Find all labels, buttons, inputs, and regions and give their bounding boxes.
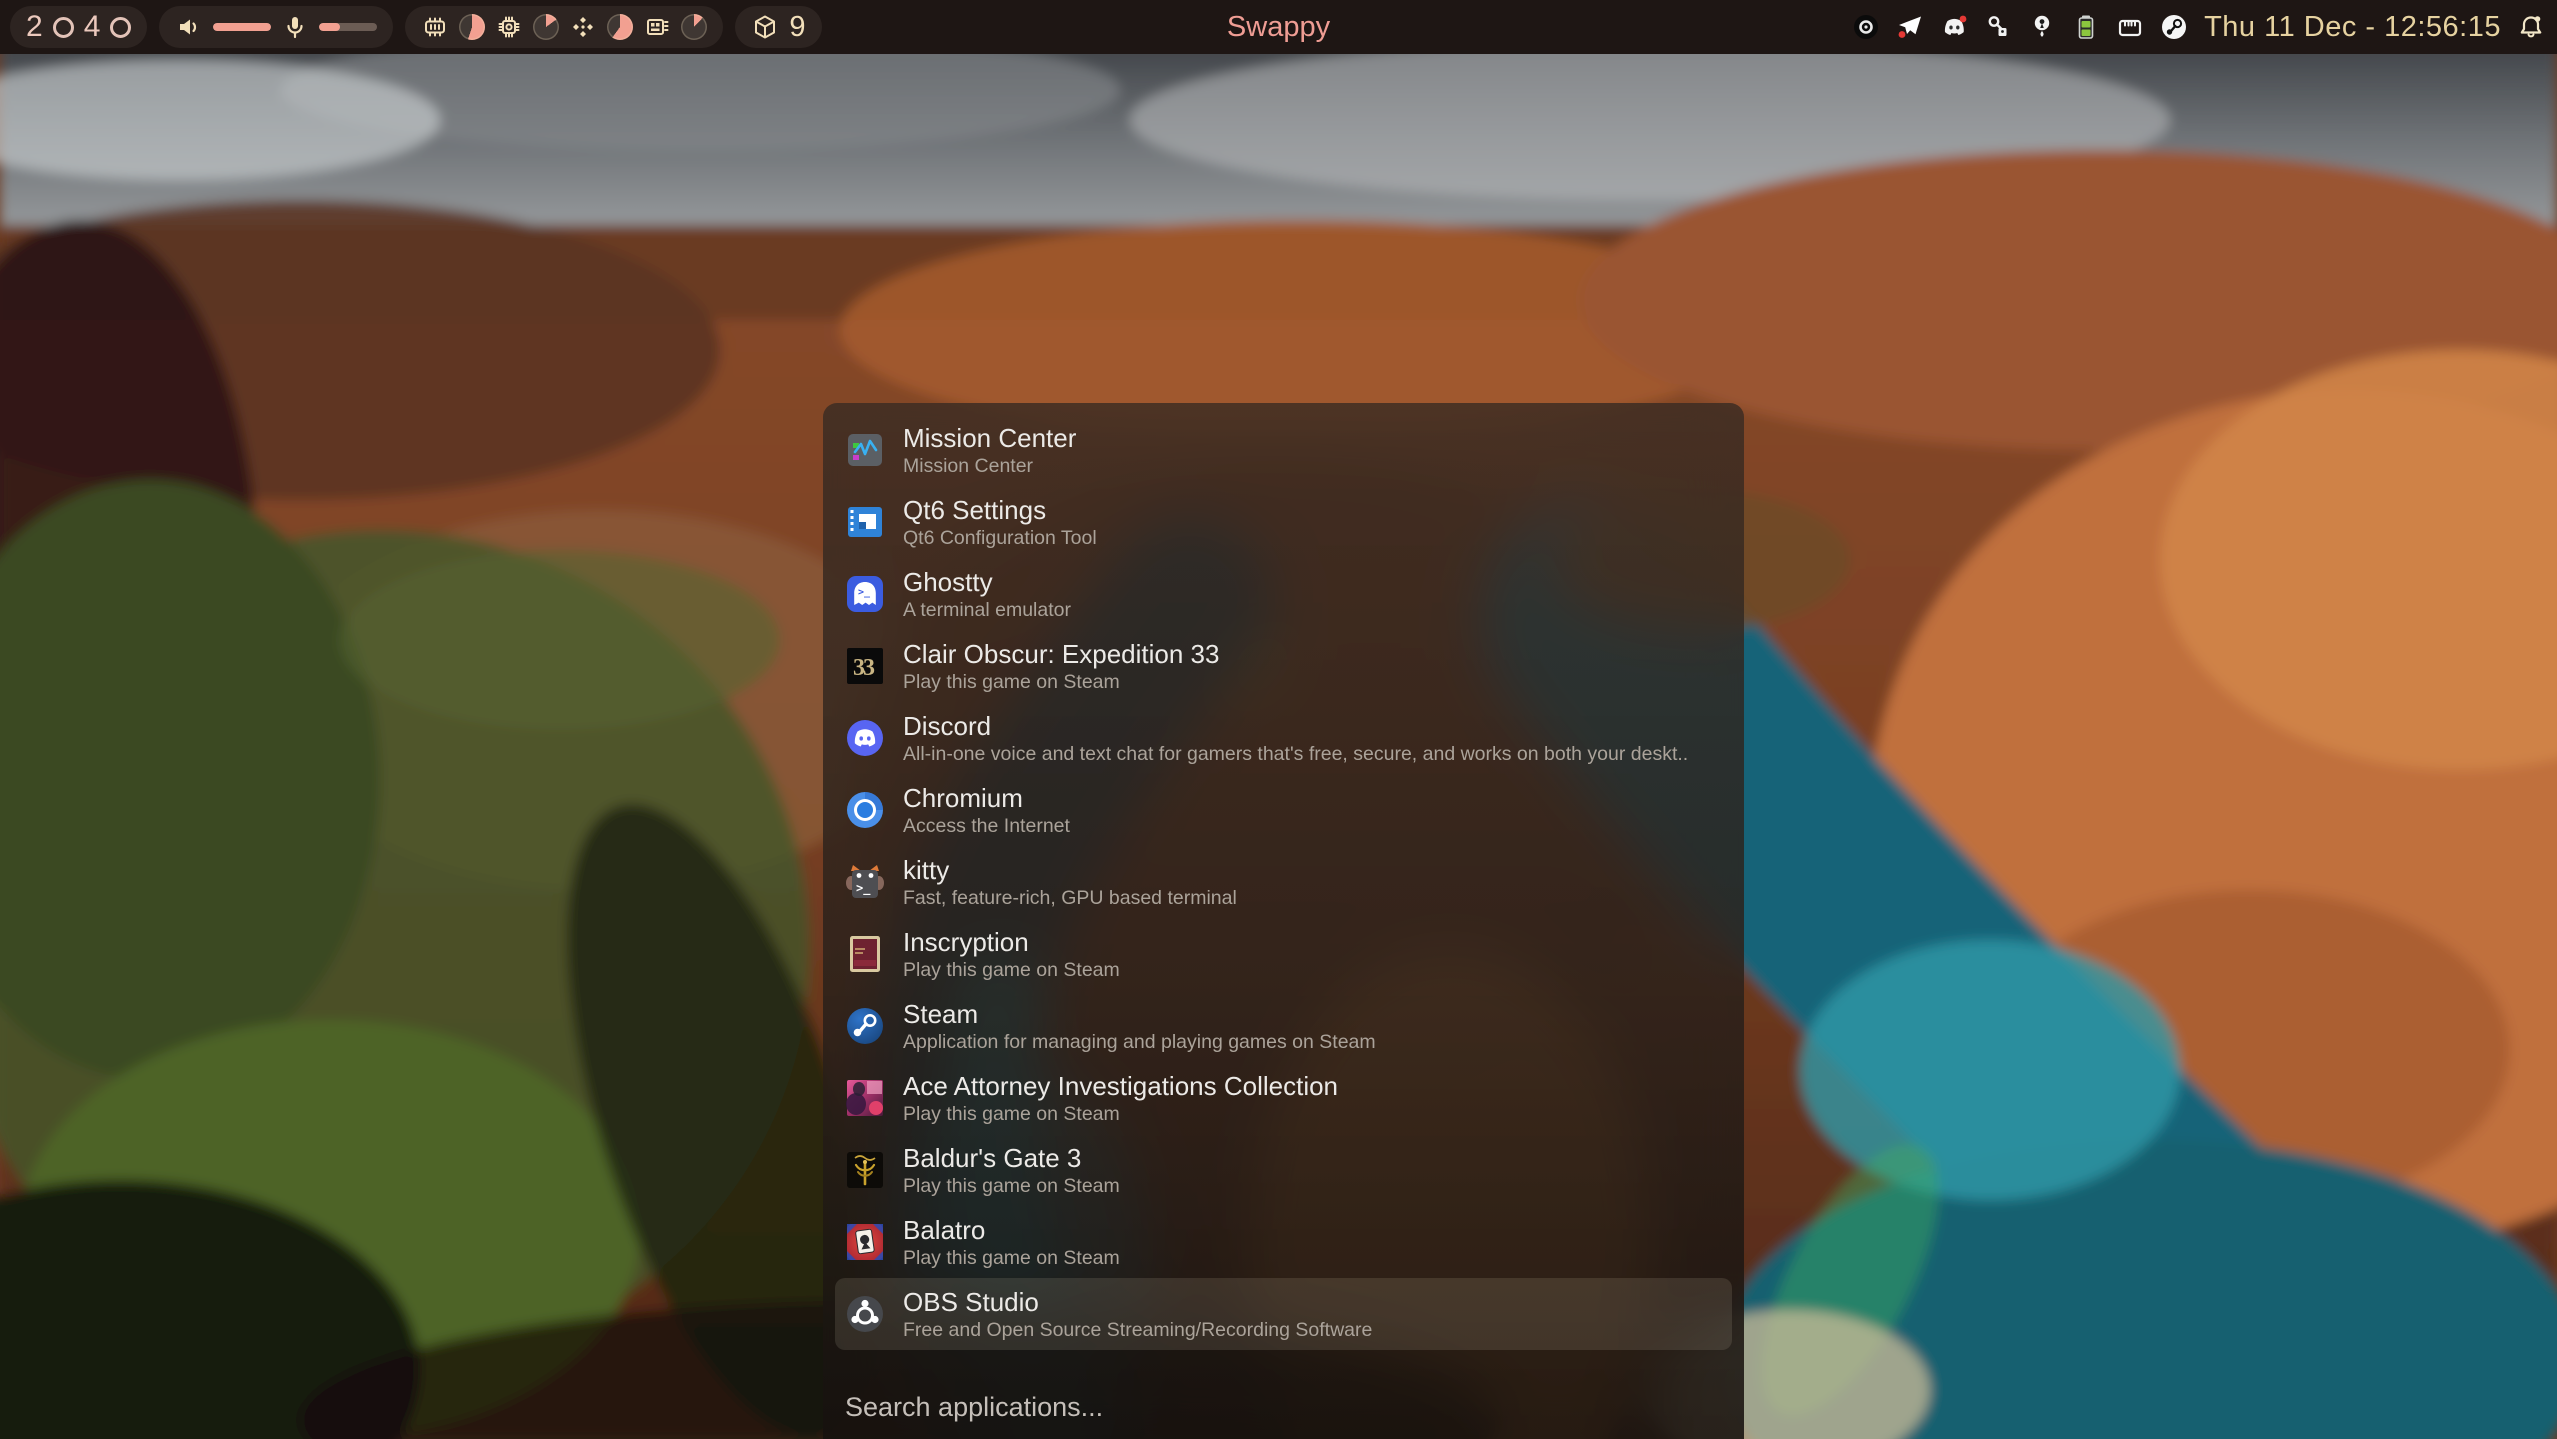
mic-slider[interactable] [319,23,377,31]
app-row[interactable]: OBS Studio Free and Open Source Streamin… [835,1278,1732,1350]
app-subtitle: A terminal emulator [903,598,1071,623]
search-input[interactable] [845,1392,1722,1423]
desktop: 2 4 [0,0,2557,1439]
clock[interactable]: Thu 11 Dec - 12:56:15 [2204,11,2501,44]
app-subtitle: Play this game on Steam [903,1174,1120,1199]
bar-left-modules: 2 4 [10,6,822,48]
svg-text:>_: >_ [856,881,871,896]
app-subtitle: Access the Internet [903,814,1070,839]
ghostty-icon: >_ [845,574,885,614]
app-title: Discord [903,710,1688,742]
package-box-icon [751,13,779,41]
app-row[interactable]: Discord All-in-one voice and text chat f… [835,702,1732,774]
app-title: kitty [903,854,1237,886]
obs-studio-icon [845,1294,885,1334]
app-subtitle: Application for managing and playing gam… [903,1030,1376,1055]
app-row[interactable]: >_ Ghostty A terminal emulator [835,558,1732,630]
app-row[interactable]: Mission Center Mission Center [835,414,1732,486]
workspace-number[interactable]: 4 [84,12,101,42]
app-title: Mission Center [903,422,1076,454]
app-title: Clair Obscur: Expedition 33 [903,638,1219,670]
app-subtitle: All-in-one voice and text chat for gamer… [903,742,1688,767]
app-subtitle: Play this game on Steam [903,1246,1120,1271]
ace-attorney-icon [845,1078,885,1118]
mission-center-icon [845,430,885,470]
discord-tray-icon[interactable] [1940,13,1968,41]
volume-slider[interactable] [213,23,271,31]
app-row[interactable]: >_ kitty Fast, feature-rich, GPU based t… [835,846,1732,918]
app-title: Inscryption [903,926,1120,958]
balatro-icon [845,1222,885,1262]
keepassxc-key-icon[interactable] [1984,13,2012,41]
ram-stick-icon [643,13,671,41]
gpu-gauge [607,14,633,40]
workspace-number[interactable]: 2 [26,12,43,42]
app-subtitle: Play this game on Steam [903,958,1120,983]
memory-gauge [459,14,485,40]
app-title: Ghostty [903,566,1071,598]
steam-icon [845,1006,885,1046]
ram-gauge [681,14,707,40]
microphone-icon[interactable] [281,13,309,41]
updates-module[interactable]: 9 [735,6,821,48]
app-row[interactable]: Baldur's Gate 3 Play this game on Steam [835,1134,1732,1206]
svg-text:>_: >_ [858,587,871,598]
app-row[interactable]: Inscryption Play this game on Steam [835,918,1732,990]
app-subtitle: Play this game on Steam [903,670,1219,695]
app-title: Qt6 Settings [903,494,1097,526]
app-subtitle: Fast, feature-rich, GPU based terminal [903,886,1237,911]
volume-slider-fill [213,23,271,31]
app-launcher-panel: Mission Center Mission Center Qt6 Settin… [823,403,1744,1439]
steam-tray-icon[interactable] [2160,13,2188,41]
app-row[interactable]: Chromium Access the Internet [835,774,1732,846]
app-title: Chromium [903,782,1070,814]
bell-icon[interactable] [2517,13,2545,41]
system-stats-module [405,6,723,48]
workspace-circle-icon[interactable] [53,17,74,38]
gpu-gamepad-icon [569,13,597,41]
battery-icon[interactable] [2072,13,2100,41]
app-subtitle: Free and Open Source Streaming/Recording… [903,1318,1372,1343]
workspace-circle-icon[interactable] [110,17,131,38]
memory-chip-icon [421,13,449,41]
app-subtitle: Play this game on Steam [903,1102,1338,1127]
app-title: Ace Attorney Investigations Collection [903,1070,1338,1102]
app-title: OBS Studio [903,1286,1372,1318]
chromium-icon [845,790,885,830]
app-title: Steam [903,998,1376,1030]
app-subtitle: Qt6 Configuration Tool [903,526,1097,551]
mic-slider-fill [319,23,339,31]
updates-count: 9 [789,13,805,42]
steelseries-icon[interactable] [1852,13,1880,41]
top-bar: 2 4 [0,0,2557,54]
cpu-icon [495,13,523,41]
app-row[interactable]: Ace Attorney Investigations Collection P… [835,1062,1732,1134]
app-subtitle: Mission Center [903,454,1076,479]
baldurs-gate-3-icon [845,1150,885,1190]
kitty-icon: >_ [845,862,885,902]
port-icon[interactable] [2116,13,2144,41]
clair-obscur-icon: 33 [845,646,885,686]
telegram-icon[interactable] [1896,13,1924,41]
audio-module [159,6,393,48]
app-row[interactable]: 33 Clair Obscur: Expedition 33 Play this… [835,630,1732,702]
app-row[interactable]: Steam Application for managing and playi… [835,990,1732,1062]
app-title: Baldur's Gate 3 [903,1142,1120,1174]
workspaces-module[interactable]: 2 4 [10,6,147,48]
app-list: Mission Center Mission Center Qt6 Settin… [835,414,1732,1350]
app-row[interactable]: Balatro Play this game on Steam [835,1206,1732,1278]
qt6-settings-icon [845,502,885,542]
inscryption-icon [845,934,885,974]
discord-icon [845,718,885,758]
cpu-gauge [533,14,559,40]
keyring-icon[interactable] [2028,13,2056,41]
app-title: Balatro [903,1214,1120,1246]
search-bar [845,1392,1722,1423]
svg-text:33: 33 [853,655,875,681]
speaker-icon[interactable] [175,13,203,41]
app-row[interactable]: Qt6 Settings Qt6 Configuration Tool [835,486,1732,558]
bar-right-modules: Thu 11 Dec - 12:56:15 [1852,11,2545,44]
